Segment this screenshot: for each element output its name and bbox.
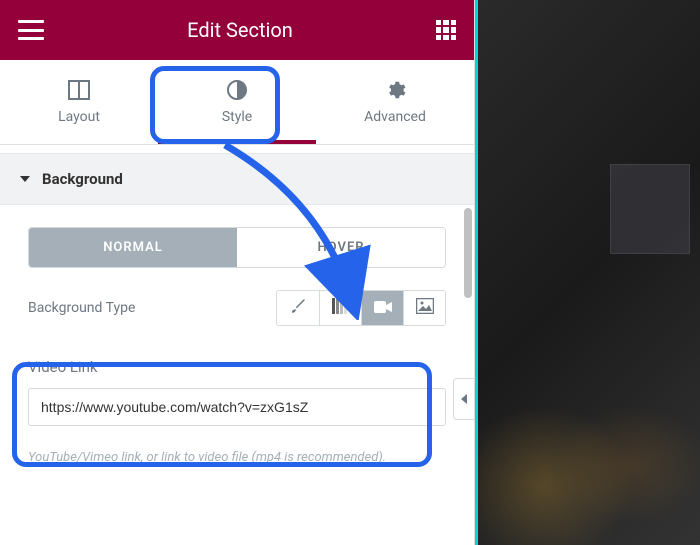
layout-icon bbox=[68, 79, 90, 101]
hamburger-menu-icon[interactable] bbox=[18, 20, 44, 40]
bg-type-classic-button[interactable] bbox=[277, 291, 319, 325]
settings-scroll-area: Background NORMAL HOVER Background Type bbox=[0, 145, 474, 545]
image-icon bbox=[416, 298, 434, 318]
tab-advanced[interactable]: Advanced bbox=[316, 60, 474, 144]
preview-background-element bbox=[610, 164, 690, 254]
state-normal-button[interactable]: NORMAL bbox=[29, 228, 237, 267]
gear-icon bbox=[384, 79, 406, 101]
collapse-panel-button[interactable] bbox=[453, 378, 475, 420]
state-toggle: NORMAL HOVER bbox=[28, 227, 446, 268]
chevron-left-icon bbox=[461, 394, 467, 404]
page-preview[interactable] bbox=[475, 0, 700, 545]
state-hover-button[interactable]: HOVER bbox=[237, 228, 445, 267]
gradient-icon bbox=[332, 298, 350, 318]
bg-type-gradient-button[interactable] bbox=[319, 291, 361, 325]
tabs-bar: Layout Style Advanced bbox=[0, 60, 474, 145]
tab-advanced-label: Advanced bbox=[364, 109, 426, 125]
brush-icon bbox=[289, 297, 307, 319]
preview-background-element bbox=[478, 345, 700, 545]
section-title: Background bbox=[42, 170, 123, 188]
tab-layout-label: Layout bbox=[58, 109, 100, 125]
tab-style-label: Style bbox=[222, 109, 252, 125]
tab-style[interactable]: Style bbox=[158, 60, 316, 144]
video-link-helper: YouTube/Vimeo link, or link to video fil… bbox=[28, 448, 446, 468]
caret-down-icon bbox=[20, 176, 30, 182]
video-link-input[interactable] bbox=[28, 388, 446, 426]
bg-type-slideshow-button[interactable] bbox=[403, 291, 445, 325]
video-link-section: Video Link bbox=[18, 344, 456, 440]
bg-type-video-button[interactable] bbox=[361, 291, 403, 325]
tab-layout[interactable]: Layout bbox=[0, 60, 158, 144]
video-link-label: Video Link bbox=[28, 358, 446, 376]
scrollbar[interactable] bbox=[464, 208, 472, 298]
background-type-row: Background Type bbox=[0, 268, 474, 336]
background-type-group bbox=[276, 290, 446, 326]
section-toggle-background[interactable]: Background bbox=[0, 153, 474, 205]
panel-title: Edit Section bbox=[187, 18, 293, 42]
video-camera-icon bbox=[374, 299, 392, 318]
apps-grid-icon[interactable] bbox=[436, 20, 456, 40]
panel-header: Edit Section bbox=[0, 0, 474, 60]
background-type-label: Background Type bbox=[28, 300, 135, 316]
style-icon bbox=[226, 79, 248, 101]
